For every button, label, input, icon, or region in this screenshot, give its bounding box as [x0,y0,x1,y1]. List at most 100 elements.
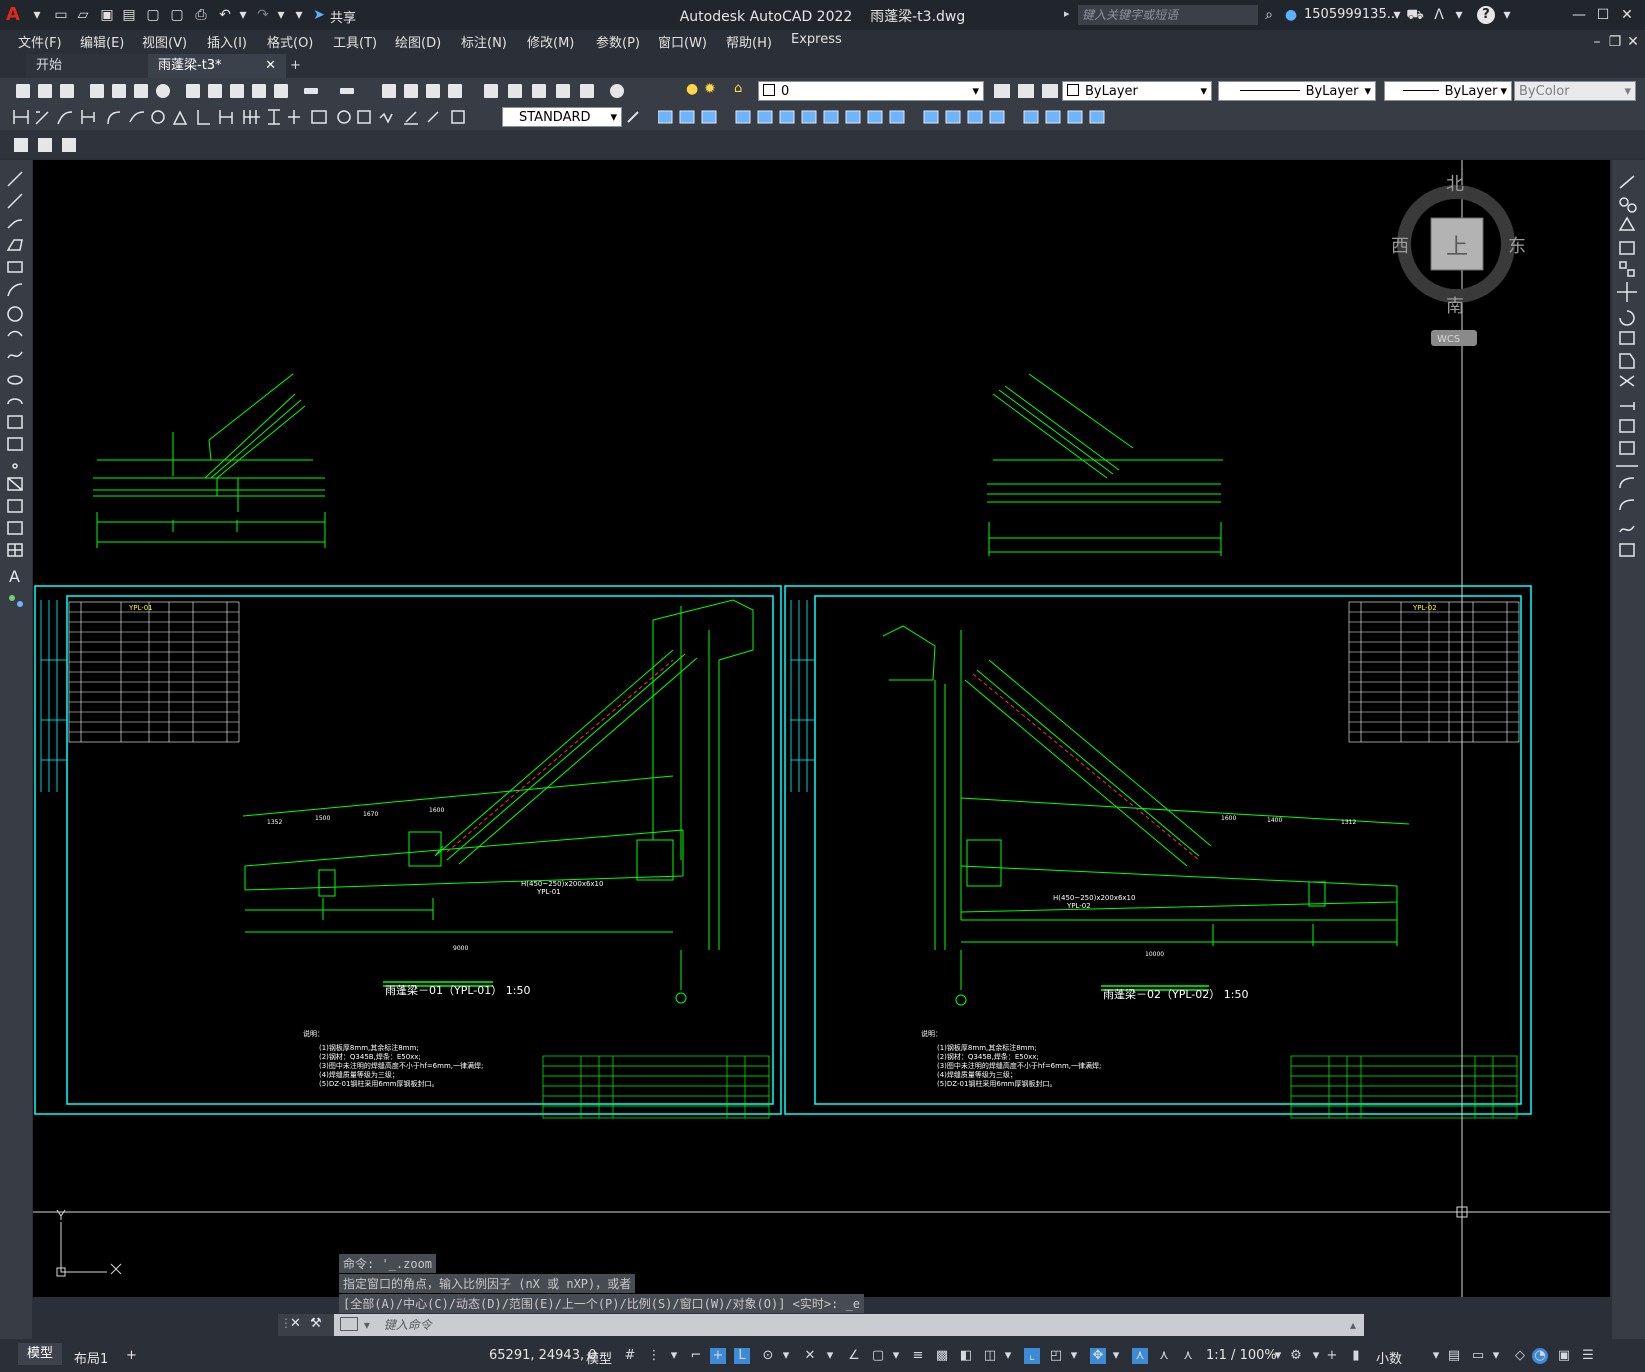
linetype-dropdown-icon[interactable]: ▾ [1364,82,1371,102]
menu-window[interactable]: 窗口(W) [658,32,707,51]
layer-select[interactable]: 0 ▾ [758,81,984,101]
workspace-gear-icon[interactable]: ⚙ [1288,1348,1304,1364]
search-expand-icon[interactable]: ▸ [1064,7,1070,20]
transparency-icon[interactable]: ▩ [934,1348,950,1364]
3d-osnap-icon[interactable]: ◫ [982,1348,998,1364]
layer-on-bulb-icon[interactable]: ● [686,81,702,99]
new-tab-plus-icon[interactable]: + [280,54,311,78]
search-input[interactable]: 键入关键字或短语 [1078,5,1258,25]
menu-insert[interactable]: 插入(I) [207,32,247,51]
menu-express[interactable]: Express [791,32,842,47]
linetype-select[interactable]: ByLayer ▾ [1218,81,1376,101]
workspace-dropdown-icon[interactable]: ▾ [1308,1348,1324,1364]
command-recent-chevron-icon[interactable]: ▾ [364,1318,370,1332]
plotstyle-select[interactable]: ByColor ▾ [1514,81,1636,101]
menu-help[interactable]: 帮助(H) [726,32,772,51]
object-snap-dropdown-icon[interactable]: ▾ [888,1348,904,1364]
viewcube-west[interactable]: 西 [1391,236,1409,257]
selection-filter-dropdown-icon[interactable]: ▾ [1066,1348,1082,1364]
a360-icon[interactable]: Ʌ [1430,6,1448,24]
annotation-monitor-icon[interactable]: + [1324,1348,1340,1364]
text-tool-icon[interactable]: A [9,567,20,586]
help-icon[interactable]: ? [1477,6,1495,24]
menu-modify[interactable]: 修改(M) [527,32,574,51]
lock-ui-icon[interactable]: ▭ [1470,1348,1486,1364]
selection-filter-icon[interactable]: ◰ [1048,1348,1064,1364]
snap-icon[interactable]: ⋮ [646,1348,662,1364]
menu-file[interactable]: 文件(F) [18,32,62,51]
tab-close-icon[interactable]: ✕ [265,54,276,78]
command-prompt-icon[interactable] [340,1317,358,1331]
isolate-objects-icon[interactable]: ◇ [1512,1348,1528,1364]
snap-dropdown-icon[interactable]: ▾ [666,1348,682,1364]
a360-dropdown-icon[interactable]: ▾ [1450,6,1468,24]
grid-icon[interactable]: # [622,1348,638,1364]
menu-parameters[interactable]: 参数(P) [596,32,640,51]
search-icon[interactable]: ⌕ [1260,6,1278,24]
doc-close-icon[interactable]: ✕ [1624,33,1642,51]
command-expand-icon[interactable]: ▴ [1350,1314,1356,1336]
modify-tools-icons[interactable] [657,108,1138,126]
cart-icon[interactable]: ⛟ [1406,6,1424,24]
annotation-scale-dropdown-icon[interactable]: ▾ [1270,1348,1286,1364]
isodraft-icon[interactable]: ✕ [802,1348,818,1364]
dynamic-ucs-icon[interactable]: ⌞ [1024,1348,1040,1364]
viewcube-face-top[interactable]: 上 [1446,235,1468,260]
layer-thaw-sun-icon[interactable]: ✹ [704,81,720,99]
dynamic-input-icon[interactable]: + [710,1348,726,1364]
annotation-scale-icon[interactable]: ⋏ [1180,1348,1196,1364]
infer-constraints-icon[interactable]: ⌐ [688,1348,704,1364]
menu-view[interactable]: 视图(V) [142,32,187,51]
units-value[interactable]: 小数 [1376,1348,1402,1367]
minimize-icon[interactable]: — [1570,6,1588,24]
polar-dropdown-icon[interactable]: ▾ [778,1348,794,1364]
command-close-icon[interactable]: ✕ [290,1316,301,1331]
isodraft-dropdown-icon[interactable]: ▾ [822,1348,838,1364]
menu-format[interactable]: 格式(O) [267,32,313,51]
close-icon[interactable]: ✕ [1618,6,1636,24]
menu-draw[interactable]: 绘图(D) [395,32,441,51]
polar-icon[interactable]: ⊙ [760,1348,776,1364]
tab-active-drawing[interactable]: 雨蓬梁-t3* ✕ [148,54,286,78]
plotstyle-dropdown-icon[interactable]: ▾ [1624,82,1631,102]
menu-tools[interactable]: 工具(T) [333,32,377,51]
customization-icon[interactable]: ☰ [1580,1348,1596,1364]
3d-osnap-dropdown-icon[interactable]: ▾ [1000,1348,1016,1364]
dimstyle-dropdown-icon[interactable]: ▾ [610,108,617,128]
viewcube-north[interactable]: 北 [1446,174,1464,195]
standard-tools-icons[interactable] [14,82,634,100]
user-name[interactable]: 1505999135... [1304,7,1399,22]
extra-tools-icons[interactable] [10,136,80,154]
gizmo-dropdown-icon[interactable]: ▾ [1108,1348,1124,1364]
coordinates-readout[interactable]: 65291, 24943, 0 [489,1348,597,1363]
lineweight-select[interactable]: ByLayer ▾ [1384,81,1512,101]
layer-tools-icons[interactable] [994,82,1064,100]
color-select[interactable]: ByLayer ▾ [1062,81,1212,101]
quick-properties-icon[interactable]: ▤ [1446,1348,1462,1364]
selection-cycling-icon[interactable]: ◧ [958,1348,974,1364]
command-customize-icon[interactable]: ⚒ [310,1316,322,1331]
lock-ui-dropdown-icon[interactable]: ▾ [1488,1348,1504,1364]
object-snap-tracking-icon[interactable]: ∠ [846,1348,862,1364]
drawing-svg[interactable]: 北 南 东 西 上 WCS 雨蓬梁－01（YPL-01） 1:50 雨蓬梁－02… [33,160,1610,1297]
doc-minimize-icon[interactable]: – [1588,33,1606,51]
dimstyle-manager-icon[interactable] [626,108,642,126]
graphics-performance-icon[interactable]: ◔ [1532,1348,1548,1364]
tab-start[interactable]: 开始 [26,54,166,78]
help-dropdown-icon[interactable]: ▾ [1498,6,1516,24]
add-layout-icon[interactable]: + [126,1348,137,1363]
object-snap-icon[interactable]: ▢ [870,1348,886,1364]
layer-dropdown-icon[interactable]: ▾ [972,82,979,102]
gizmo-icon[interactable]: ✥ [1090,1348,1106,1364]
draw-tools-icons[interactable]: A [0,166,32,626]
ortho-icon[interactable]: L [734,1348,750,1364]
units-dropdown-icon[interactable]: ▾ [1428,1348,1444,1364]
user-icon[interactable]: ● [1282,6,1300,24]
dimension-tools-icons[interactable] [12,108,498,126]
viewcube-east[interactable]: 东 [1508,236,1526,257]
clean-screen-icon[interactable]: ▣ [1556,1348,1572,1364]
autoscale-icon[interactable]: ⋏ [1156,1348,1172,1364]
maximize-icon[interactable]: ☐ [1594,6,1612,24]
layer-unlock-icon[interactable]: ⌂ [734,81,750,99]
doc-restore-icon[interactable]: ❐ [1606,33,1624,51]
